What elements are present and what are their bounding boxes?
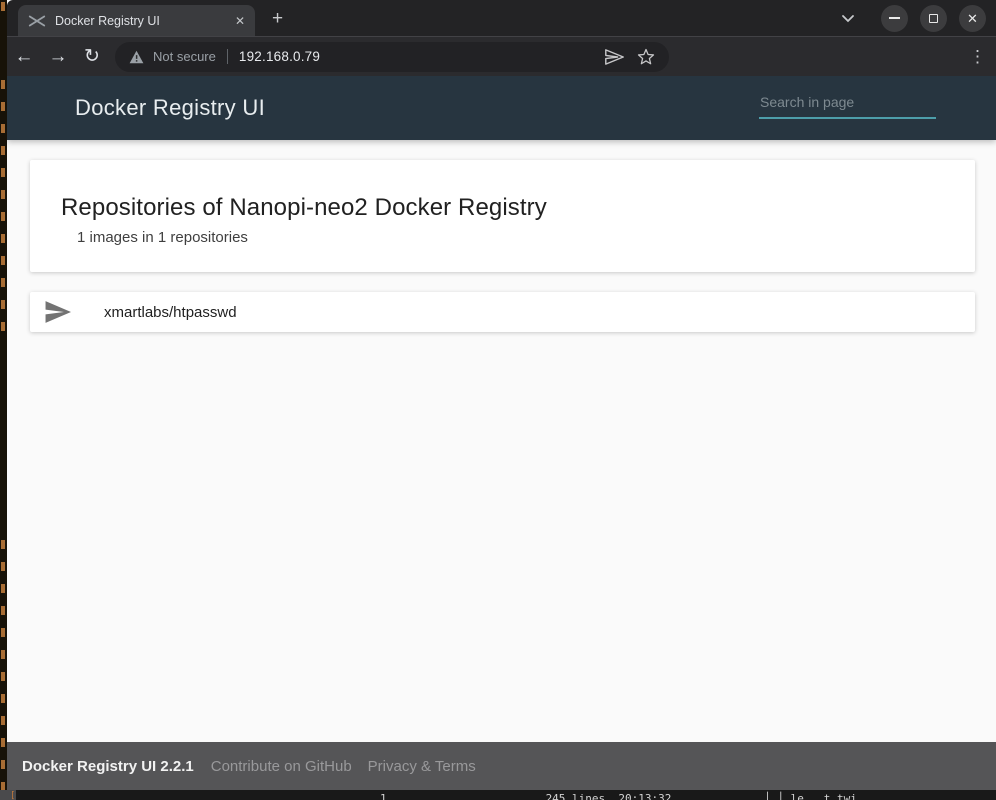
- close-icon: ✕: [967, 12, 978, 25]
- repository-name: xmartlabs/htpasswd: [104, 304, 237, 321]
- bookmark-star-icon[interactable]: [637, 48, 655, 66]
- background-terminal-left-edge: [0, 0, 7, 800]
- maximize-button[interactable]: [920, 5, 947, 32]
- back-button[interactable]: ←: [7, 47, 41, 66]
- background-terminal-bottom-edge: [ 1 245 lines 20:13:32 │ │ le t twi: [0, 790, 996, 800]
- registry-heading: Repositories of Nanopi-neo2 Docker Regis…: [61, 194, 975, 222]
- browser-toolbar: ← → ↻ Not secure 192.168.0.79 ⋮: [7, 36, 996, 76]
- search-box: [759, 90, 936, 119]
- site-favicon-icon: [28, 14, 46, 28]
- tab-bar: Docker Registry UI ✕ + ✕: [7, 0, 996, 36]
- registry-summary-card: Repositories of Nanopi-neo2 Docker Regis…: [30, 160, 975, 272]
- chevron-down-icon[interactable]: [841, 14, 855, 23]
- reload-button[interactable]: ↻: [75, 47, 109, 66]
- page-content: Docker Registry UI Repositories of Nanop…: [7, 76, 996, 790]
- page-title: Docker Registry UI: [75, 95, 265, 121]
- browser-window: Docker Registry UI ✕ + ✕ ← → ↻ Not secur…: [7, 0, 996, 790]
- security-label: Not secure: [153, 49, 216, 64]
- send-to-device-icon[interactable]: [605, 49, 624, 65]
- minimize-icon: [889, 17, 900, 19]
- repository-row[interactable]: xmartlabs/htpasswd: [30, 292, 975, 332]
- terminal-statusline-fragment: 1 245 lines 20:13:32 │ │ le t twi: [380, 792, 857, 800]
- page-footer: Docker Registry UI 2.2.1 Contribute on G…: [7, 742, 996, 790]
- terminal-block: [: [0, 790, 16, 800]
- forward-button[interactable]: →: [41, 47, 75, 66]
- not-secure-warning-icon[interactable]: [129, 50, 144, 64]
- footer-link-github[interactable]: Contribute on GitHub: [211, 758, 352, 775]
- minimize-button[interactable]: [881, 5, 908, 32]
- address-bar[interactable]: Not secure 192.168.0.79: [115, 42, 669, 72]
- registry-subheading: 1 images in 1 repositories: [77, 229, 975, 246]
- browser-menu-icon[interactable]: ⋮: [969, 48, 986, 65]
- repository-send-icon: [45, 301, 71, 323]
- maximize-icon: [929, 14, 938, 23]
- new-tab-button[interactable]: +: [272, 9, 283, 28]
- tab-close-icon[interactable]: ✕: [235, 15, 245, 27]
- window-controls: ✕: [841, 0, 986, 36]
- close-window-button[interactable]: ✕: [959, 5, 986, 32]
- tab-title: Docker Registry UI: [55, 14, 160, 28]
- page-header: Docker Registry UI: [7, 76, 996, 140]
- search-input[interactable]: [759, 90, 936, 119]
- address-actions: [605, 48, 655, 66]
- address-divider: [227, 49, 228, 64]
- url-text: 192.168.0.79: [239, 49, 320, 64]
- footer-link-privacy[interactable]: Privacy & Terms: [368, 758, 476, 775]
- tab-docker-registry-ui[interactable]: Docker Registry UI ✕: [18, 5, 255, 36]
- app-version-label: Docker Registry UI 2.2.1: [22, 758, 194, 775]
